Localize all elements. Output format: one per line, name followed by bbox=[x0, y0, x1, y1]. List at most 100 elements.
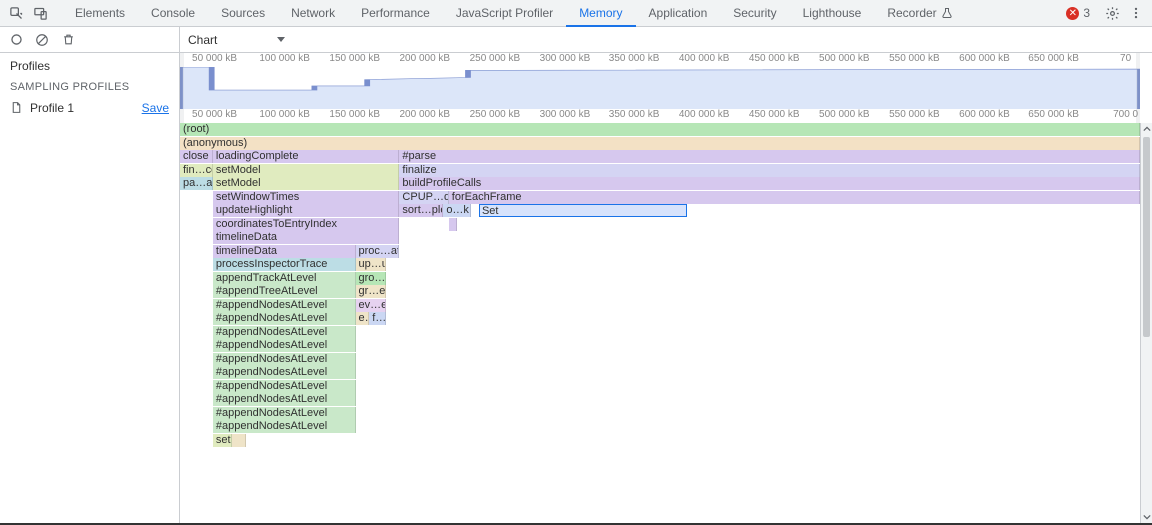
ruler-tick: 350 000 kB bbox=[609, 109, 660, 120]
settings-icon[interactable] bbox=[1102, 3, 1122, 23]
flame-cell[interactable]: proc…ata bbox=[356, 245, 400, 258]
flame-cell[interactable]: (root) bbox=[180, 123, 1140, 136]
flame-panel: 50 000 kB100 000 kB150 000 kB200 000 kB2… bbox=[180, 53, 1152, 523]
flame-cell[interactable]: setWindowTimes bbox=[213, 191, 400, 204]
ruler-tick: 100 000 kB bbox=[259, 53, 310, 64]
scroll-thumb[interactable] bbox=[1143, 137, 1150, 337]
flame-cell[interactable]: coordinatesToEntryIndex bbox=[213, 218, 400, 231]
ruler-tick: 350 000 kB bbox=[609, 53, 660, 64]
tab-recorder[interactable]: Recorder bbox=[874, 0, 965, 26]
flame-cell[interactable]: appendTrackAtLevel bbox=[213, 272, 356, 285]
flame-row: #appendNodesAtLevel bbox=[180, 407, 1140, 421]
overview-ruler-bottom: 50 000 kB100 000 kB150 000 kB200 000 kB2… bbox=[180, 109, 1140, 123]
flame-cell[interactable] bbox=[449, 218, 457, 231]
tab-elements[interactable]: Elements bbox=[62, 0, 138, 26]
beaker-icon bbox=[937, 7, 953, 19]
flame-cell[interactable]: #appendNodesAtLevel bbox=[213, 353, 356, 366]
flame-cell[interactable]: e… bbox=[356, 312, 370, 325]
tab-application[interactable]: Application bbox=[636, 0, 721, 26]
flame-row: updateHighlightsort…pleso…k Set bbox=[180, 204, 1140, 218]
flame-cell[interactable]: Set bbox=[479, 204, 687, 217]
profile-item-label: Profile 1 bbox=[30, 101, 74, 115]
overview[interactable]: 50 000 kB100 000 kB150 000 kB200 000 kB2… bbox=[180, 53, 1152, 123]
record-icon[interactable] bbox=[8, 32, 24, 48]
flame-row: fin…cesetModelfinalize bbox=[180, 164, 1140, 178]
flame-cell[interactable]: forEachFrame bbox=[449, 191, 1140, 204]
flame-cell[interactable]: set bbox=[213, 434, 232, 447]
ruler-tick: 150 000 kB bbox=[329, 53, 380, 64]
inspect-icon[interactable] bbox=[6, 3, 26, 23]
flame-cell[interactable]: CPUP…del bbox=[399, 191, 448, 204]
clear-icon[interactable] bbox=[34, 32, 50, 48]
tab-network[interactable]: Network bbox=[278, 0, 348, 26]
profile-item[interactable]: Profile 1 Save bbox=[0, 97, 179, 119]
flame-cell[interactable]: updateHighlight bbox=[213, 204, 400, 217]
view-selector[interactable]: Chart bbox=[188, 33, 285, 47]
ruler-tick: 300 000 kB bbox=[540, 109, 591, 120]
save-profile-link[interactable]: Save bbox=[142, 101, 169, 115]
flame-cell[interactable]: fin…ce bbox=[180, 164, 213, 177]
flame-cell[interactable]: finalize bbox=[399, 164, 1140, 177]
delete-icon[interactable] bbox=[60, 32, 76, 48]
flame-cell[interactable]: pa…at bbox=[180, 177, 213, 190]
tab-performance[interactable]: Performance bbox=[348, 0, 443, 26]
flame-cell[interactable]: gro…ts bbox=[356, 272, 386, 285]
more-icon[interactable] bbox=[1126, 3, 1146, 23]
flame-row: #appendNodesAtLevel bbox=[180, 380, 1140, 394]
flame-cell[interactable]: #appendNodesAtLevel bbox=[213, 380, 356, 393]
flame-cell[interactable]: timelineData bbox=[213, 231, 400, 244]
flame-row: pa…atsetModelbuildProfileCalls bbox=[180, 177, 1140, 191]
flame-cell[interactable]: #appendNodesAtLevel bbox=[213, 299, 356, 312]
scroll-down-icon[interactable] bbox=[1141, 511, 1152, 523]
flame-row: (root) bbox=[180, 123, 1140, 137]
tab-security[interactable]: Security bbox=[720, 0, 789, 26]
error-badge[interactable]: ✕ 3 bbox=[1066, 6, 1090, 20]
ruler-tick: 450 000 kB bbox=[749, 53, 800, 64]
flame-cell[interactable]: ev…ew bbox=[356, 299, 386, 312]
scroll-up-icon[interactable] bbox=[1141, 123, 1152, 135]
flame-cell[interactable]: o…k bbox=[443, 204, 470, 217]
vertical-scrollbar[interactable] bbox=[1140, 123, 1152, 523]
flame-cell[interactable]: #appendNodesAtLevel bbox=[213, 326, 356, 339]
flame-cell[interactable]: close bbox=[180, 150, 213, 163]
flame-cell[interactable]: up…up bbox=[356, 258, 386, 271]
flame-row: processInspectorTraceup…up bbox=[180, 258, 1140, 272]
flame-cell[interactable]: #appendNodesAtLevel bbox=[213, 407, 356, 420]
flame-cell[interactable]: setModel bbox=[213, 164, 400, 177]
flame-cell[interactable]: processInspectorTrace bbox=[213, 258, 356, 271]
tab-memory[interactable]: Memory bbox=[566, 0, 635, 26]
ruler-tick: 650 000 kB bbox=[1028, 53, 1079, 64]
flame-cell[interactable]: loadingComplete bbox=[213, 150, 400, 163]
flame-cell[interactable]: #appendNodesAtLevel bbox=[213, 420, 356, 433]
tab-console[interactable]: Console bbox=[138, 0, 208, 26]
flame-cell[interactable] bbox=[232, 434, 246, 447]
flame-cell[interactable]: gr…ew bbox=[356, 285, 386, 298]
flame-cell[interactable]: buildProfileCalls bbox=[399, 177, 1140, 190]
flame-row: set bbox=[180, 434, 1140, 448]
flame-cell[interactable]: f…r bbox=[369, 312, 385, 325]
memory-toolbar: Chart bbox=[0, 27, 1152, 53]
flame-cell[interactable]: setModel bbox=[213, 177, 400, 190]
ruler-tick: 150 000 kB bbox=[329, 109, 380, 120]
ruler-tick: 550 000 kB bbox=[889, 109, 940, 120]
tab-lighthouse[interactable]: Lighthouse bbox=[790, 0, 875, 26]
flame-cell[interactable]: sort…ples bbox=[399, 204, 443, 217]
flame-cell[interactable]: timelineData bbox=[213, 245, 356, 258]
flame-cell[interactable]: #appendNodesAtLevel bbox=[213, 312, 356, 325]
overview-chart bbox=[180, 67, 1140, 109]
ruler-tick: 200 000 kB bbox=[399, 109, 450, 120]
flame-cell[interactable]: #parse bbox=[399, 150, 1140, 163]
flame-cell[interactable]: #appendNodesAtLevel bbox=[213, 366, 356, 379]
memory-main: Profiles SAMPLING PROFILES Profile 1 Sav… bbox=[0, 53, 1152, 525]
tab-javascript-profiler[interactable]: JavaScript Profiler bbox=[443, 0, 566, 26]
flame-row: #appendNodesAtLevel bbox=[180, 353, 1140, 367]
flame-cell[interactable]: (anonymous) bbox=[180, 137, 1140, 150]
flame-row: appendTrackAtLevelgro…ts bbox=[180, 272, 1140, 286]
flame-cell[interactable]: #appendNodesAtLevel bbox=[213, 393, 356, 406]
flame-chart[interactable]: (root)(anonymous)closeloadingComplete#pa… bbox=[180, 123, 1152, 523]
device-toggle-icon[interactable] bbox=[30, 3, 50, 23]
flame-cell[interactable]: #appendNodesAtLevel bbox=[213, 339, 356, 352]
tab-sources[interactable]: Sources bbox=[208, 0, 278, 26]
flame-row: timelineData bbox=[180, 231, 1140, 245]
flame-cell[interactable]: #appendTreeAtLevel bbox=[213, 285, 356, 298]
